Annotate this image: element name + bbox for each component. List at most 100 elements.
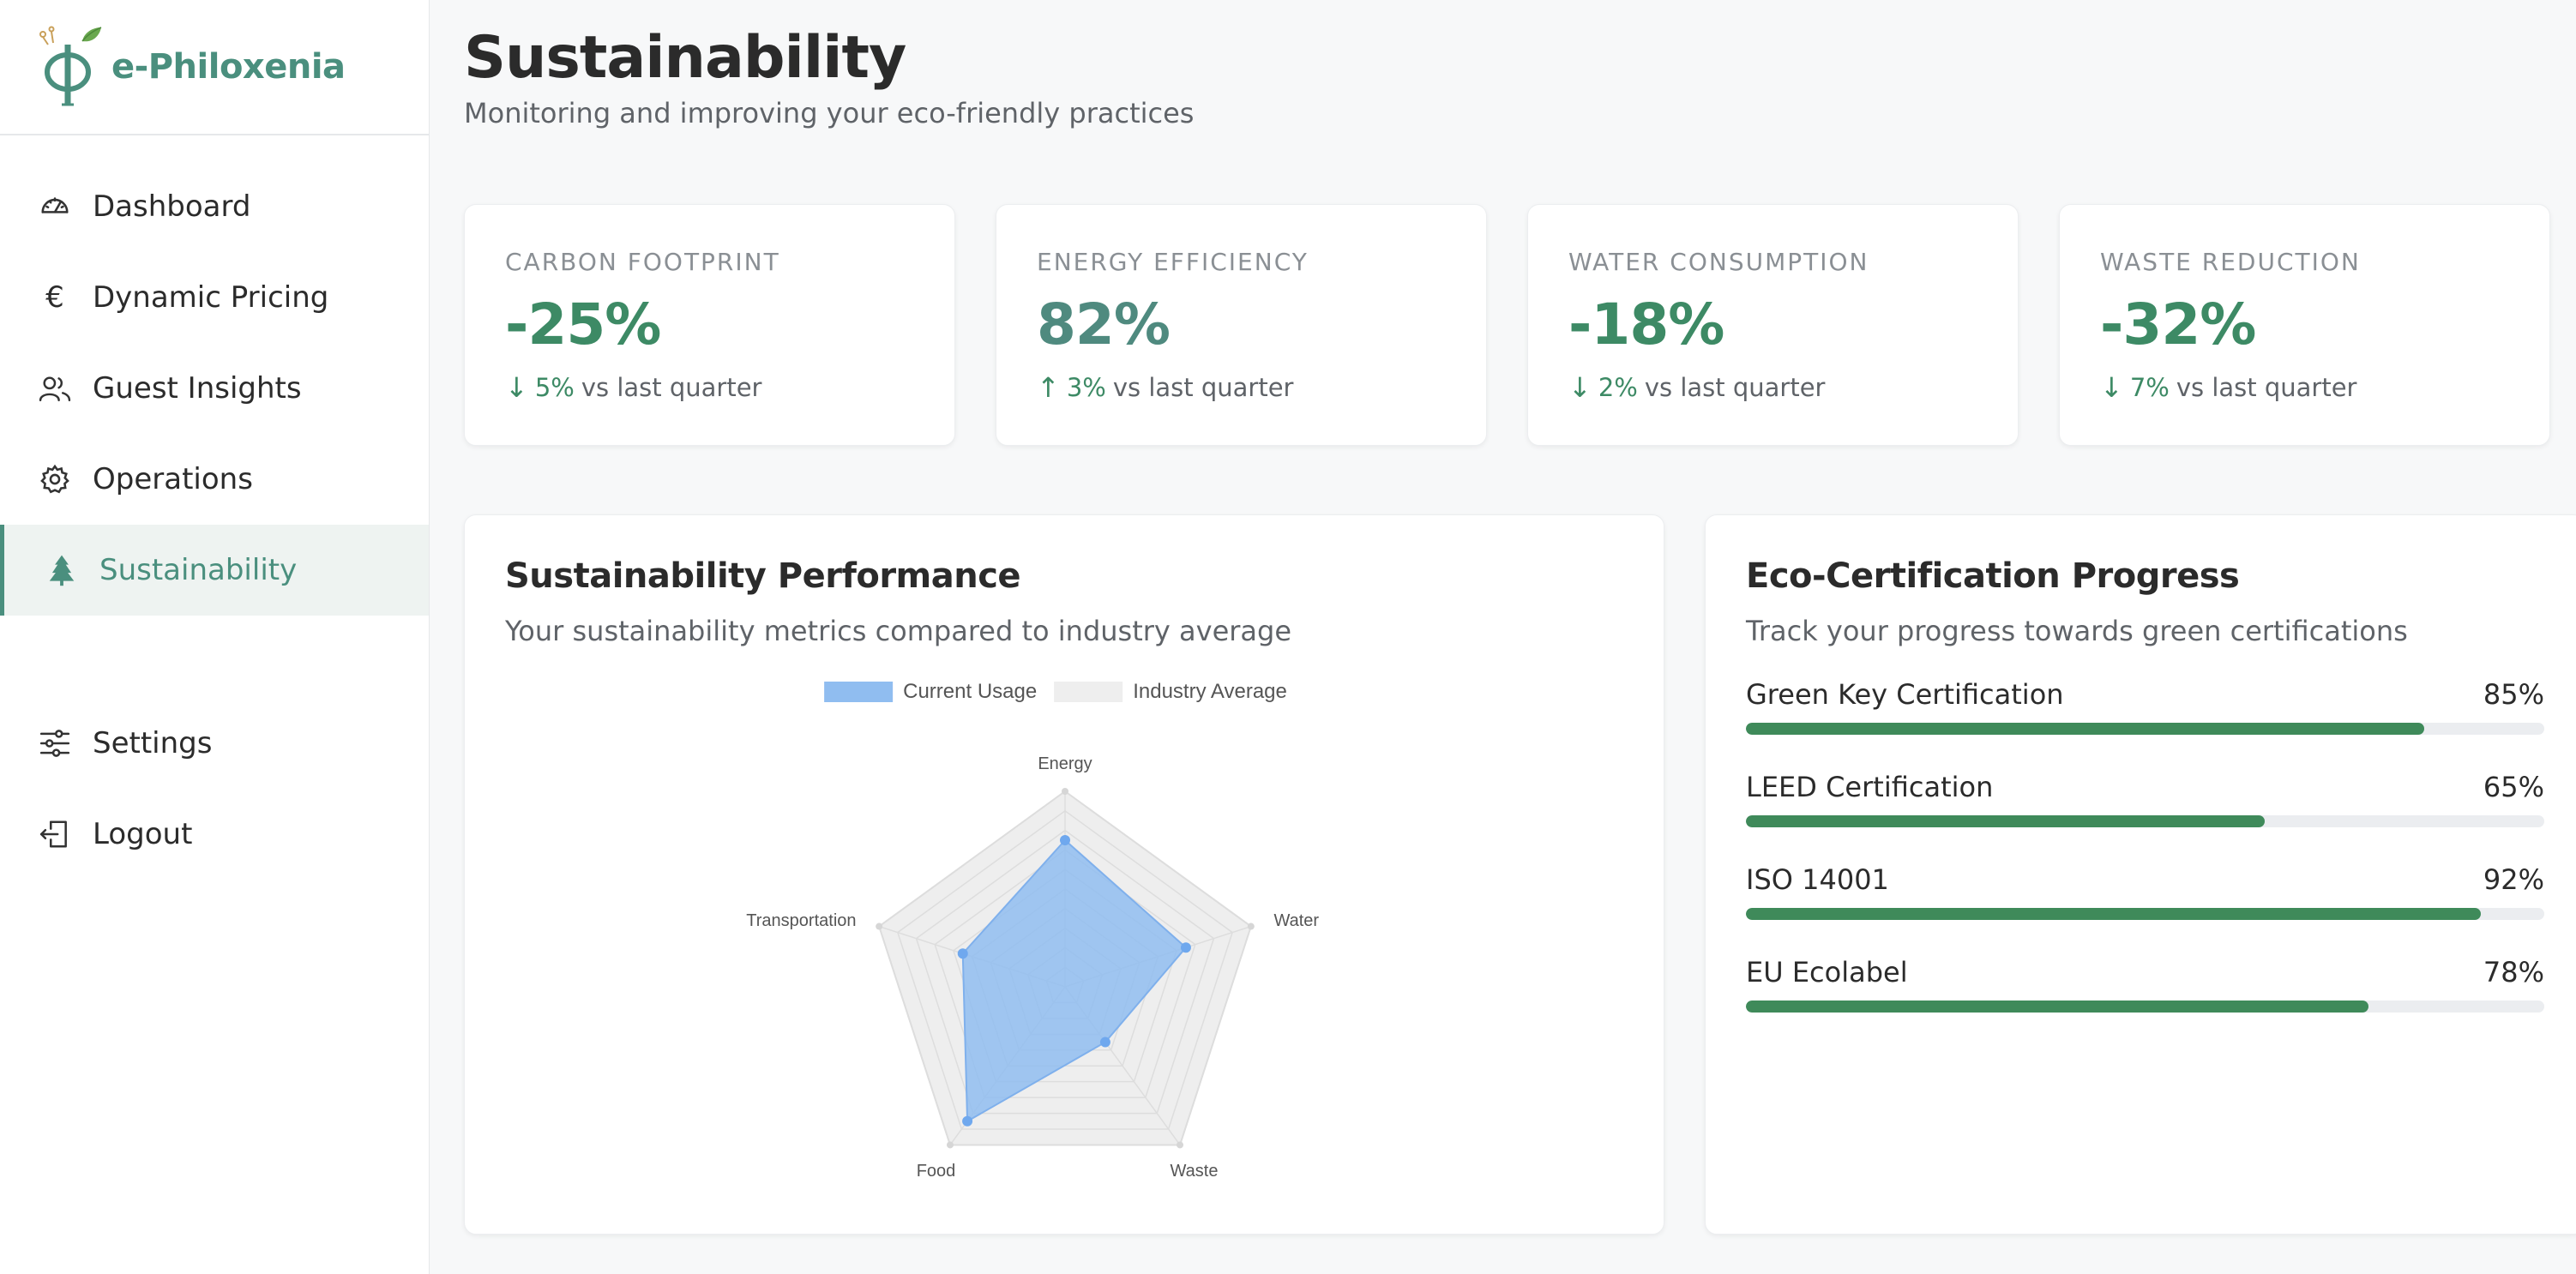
progress-fill (1746, 1001, 2369, 1013)
axis-label: Waste (1171, 1162, 1219, 1181)
main-content: Sustainability Monitoring and improving … (464, 0, 2576, 1274)
stat-trend: ↓ 2% vs last quarter (1568, 371, 1977, 404)
arrow-down-icon: ↓ (1568, 371, 1592, 404)
panel-title: Eco-Certification Progress (1746, 556, 2240, 596)
stat-value: 82% (1037, 291, 1171, 358)
progress-bar (1746, 908, 2544, 920)
page-title: Sustainability (464, 24, 906, 92)
current-usage-point (1180, 942, 1191, 953)
panel-title: Sustainability Performance (505, 556, 1021, 596)
certification-name: LEED Certification (1746, 771, 1994, 803)
logout-icon (38, 817, 72, 851)
page-subtitle: Monitoring and improving your eco-friend… (464, 97, 1195, 129)
stat-suffix: vs last quarter (1112, 373, 1294, 402)
certification-percent: 65% (2483, 771, 2544, 803)
gear-icon (38, 462, 72, 496)
progress-fill (1746, 908, 2481, 920)
phi-logo-icon (39, 26, 102, 106)
stat-change: 5% (534, 373, 575, 402)
logo[interactable]: e-Philoxenia (0, 0, 429, 135)
stat-trend: ↓ 7% vs last quarter (2100, 371, 2509, 404)
sidebar-item-settings[interactable]: Settings (0, 698, 429, 789)
certification-percent: 85% (2483, 678, 2544, 711)
axis-label: Food (917, 1162, 956, 1181)
industry-average-point (946, 1141, 954, 1149)
tree-icon (45, 553, 79, 587)
current-usage-point (957, 948, 968, 959)
performance-panel: Sustainability Performance Your sustaina… (464, 514, 1664, 1235)
stat-change: 2% (1598, 373, 1638, 402)
users-icon (38, 371, 72, 406)
sidebar-item-label: Logout (93, 817, 193, 851)
current-usage-point (1099, 1037, 1110, 1048)
radar-chart: Current Usage Industry Average Energy Wat… (465, 670, 1664, 1218)
certification-panel: Eco-Certification Progress Track your pr… (1705, 514, 2576, 1235)
stat-suffix: vs last quarter (1644, 373, 1826, 402)
sidebar-item-dynamic-pricing[interactable]: € Dynamic Pricing (0, 252, 429, 343)
progress-bar (1746, 1001, 2544, 1013)
sidebar-item-label: Dashboard (93, 189, 251, 224)
certification-name: EU Ecolabel (1746, 956, 1908, 989)
stat-card-carbon-footprint: CARBON FOOTPRINT -25% ↓ 5% vs last quart… (464, 204, 955, 446)
panel-subtitle: Your sustainability metrics compared to … (505, 615, 1292, 647)
stat-value: -25% (505, 291, 661, 358)
stat-change: 7% (2129, 373, 2170, 402)
progress-fill (1746, 723, 2425, 735)
nav-spacer (0, 616, 429, 698)
sidebar-item-logout[interactable]: Logout (0, 789, 429, 880)
sidebar-item-label: Settings (93, 726, 213, 760)
sidebar-item-label: Guest Insights (93, 371, 302, 406)
app-name: e-Philoxenia (111, 47, 346, 87)
axis-label: Transportation (746, 911, 856, 930)
certification-item: Green Key Certification 85% (1746, 678, 2544, 735)
certification-item: EU Ecolabel 78% (1746, 956, 2544, 1013)
panel-subtitle: Track your progress towards green certif… (1746, 615, 2408, 647)
stat-label: WASTE REDUCTION (2100, 248, 2361, 276)
stat-value: -32% (2100, 291, 2256, 358)
certification-percent: 78% (2483, 956, 2544, 989)
sidebar-item-dashboard[interactable]: Dashboard (0, 161, 429, 252)
arrow-down-icon: ↓ (2100, 371, 2123, 404)
certification-item: ISO 14001 92% (1746, 863, 2544, 920)
current-usage-point (1060, 835, 1070, 845)
radar-plot: Energy Water Waste Food Transportation (746, 754, 1319, 1181)
stat-label: CARBON FOOTPRINT (505, 248, 780, 276)
sidebar-item-label: Operations (93, 462, 253, 496)
gauge-icon (38, 189, 72, 224)
sliders-icon (38, 726, 72, 760)
industry-average-point (876, 922, 883, 930)
stat-card-energy-efficiency: ENERGY EFFICIENCY 82% ↑ 3% vs last quart… (996, 204, 1487, 446)
progress-bar (1746, 723, 2544, 735)
current-usage-point (962, 1115, 973, 1127)
certification-name: ISO 14001 (1746, 863, 1889, 896)
stat-card-waste-reduction: WASTE REDUCTION -32% ↓ 7% vs last quarte… (2059, 204, 2550, 446)
sidebar-item-guest-insights[interactable]: Guest Insights (0, 343, 429, 434)
certification-name: Green Key Certification (1746, 678, 2064, 711)
stat-label: WATER CONSUMPTION (1568, 248, 1869, 276)
certification-percent: 92% (2483, 863, 2544, 896)
progress-fill (1746, 815, 2266, 827)
arrow-down-icon: ↓ (505, 371, 528, 404)
stat-suffix: vs last quarter (581, 373, 762, 402)
sidebar-nav: Dashboard € Dynamic Pricing Guest Insigh… (0, 161, 429, 880)
stat-value: -18% (1568, 291, 1724, 358)
sidebar-item-label: Dynamic Pricing (93, 280, 329, 315)
euro-icon: € (45, 280, 64, 315)
sidebar-item-sustainability[interactable]: Sustainability (0, 525, 429, 616)
stat-trend: ↑ 3% vs last quarter (1037, 371, 1446, 404)
sidebar-item-label: Sustainability (99, 553, 298, 587)
axis-label: Energy (1038, 754, 1092, 773)
industry-average-point (1247, 922, 1255, 930)
sidebar-item-operations[interactable]: Operations (0, 434, 429, 525)
stat-change: 3% (1066, 373, 1106, 402)
certification-list: Green Key Certification 85% LEED Certifi… (1746, 678, 2544, 1013)
certification-item: LEED Certification 65% (1746, 771, 2544, 827)
stat-card-water-consumption: WATER CONSUMPTION -18% ↓ 2% vs last quar… (1527, 204, 2019, 446)
axis-label: Water (1273, 911, 1319, 930)
stat-label: ENERGY EFFICIENCY (1037, 248, 1309, 276)
stat-suffix: vs last quarter (2176, 373, 2357, 402)
progress-bar (1746, 815, 2544, 827)
sidebar: e-Philoxenia Dashboard € Dynamic Pricing (0, 0, 430, 1274)
stat-trend: ↓ 5% vs last quarter (505, 371, 914, 404)
industry-average-point (1177, 1141, 1184, 1149)
